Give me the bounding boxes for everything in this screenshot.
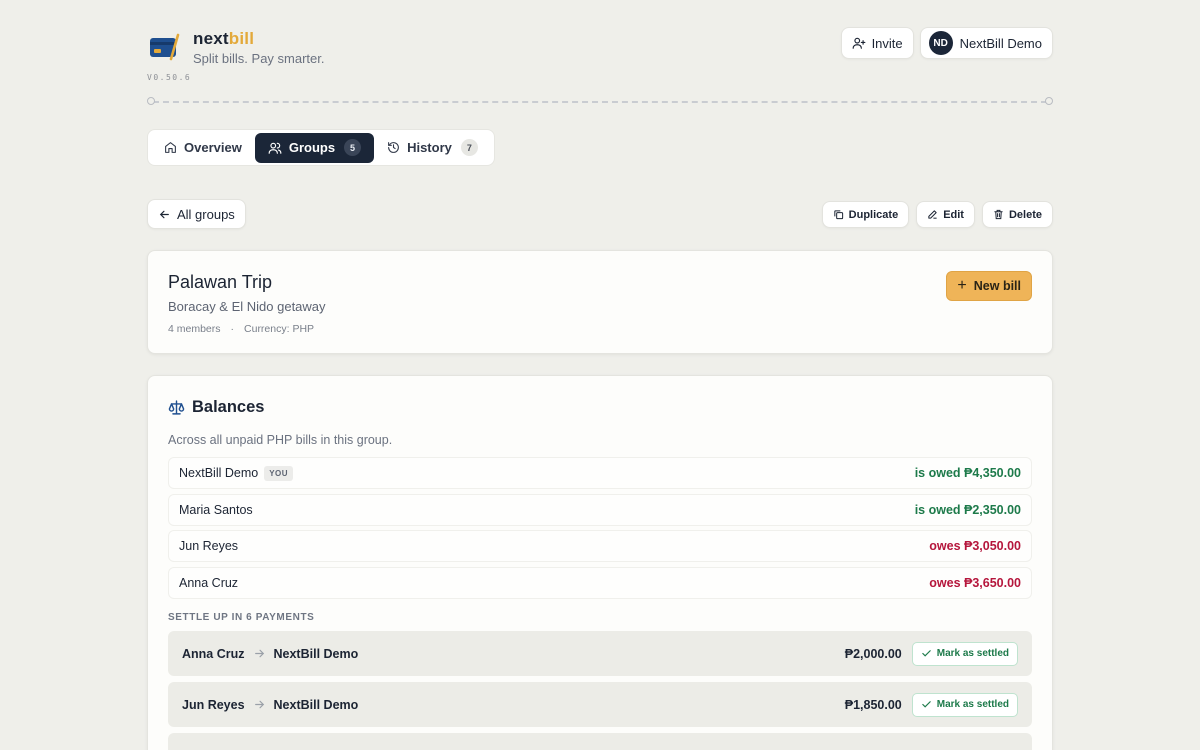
balance-status: owes ₱3,650.00 — [929, 576, 1021, 591]
brand-name: nextbill — [193, 29, 255, 48]
check-icon — [921, 650, 931, 657]
payment-amount: ₱1,850.00 — [844, 697, 902, 712]
payment-from: Jun Reyes — [182, 697, 245, 712]
mark-settled-button[interactable]: Mark as settled — [911, 692, 1018, 717]
new-bill-label: New bill — [973, 279, 1021, 293]
payment-to: NextBill Demo — [273, 646, 359, 661]
tab-overview[interactable]: Overview — [151, 133, 255, 163]
member-count: 4 members — [168, 323, 221, 335]
header-actions: Invite ND NextBill Demo — [840, 27, 1053, 59]
trash-icon — [994, 209, 1003, 220]
mark-settled-label: Mark as settled — [936, 648, 1009, 660]
new-bill-button[interactable]: + New bill — [946, 271, 1032, 301]
all-groups-button[interactable]: All groups — [147, 199, 246, 229]
invite-button[interactable]: Invite — [840, 27, 914, 59]
balances-card: Balances Across all unpaid PHP bills in … — [147, 375, 1053, 750]
tagline: Split bills. Pay smarter. — [193, 51, 325, 66]
group-title: Palawan Trip — [168, 272, 273, 292]
pencil-icon — [928, 210, 937, 219]
all-groups-label: All groups — [177, 206, 235, 222]
edit-button[interactable]: Edit — [916, 201, 975, 228]
version-label: V0.50.6 — [147, 73, 192, 82]
progress-end-dot — [1045, 97, 1053, 105]
meta-separator: · — [230, 323, 235, 335]
payment-amount: ₱2,000.00 — [844, 646, 902, 661]
user-menu-button[interactable]: ND NextBill Demo — [919, 27, 1053, 59]
tab-history-label: History — [407, 140, 452, 155]
check-icon — [921, 701, 931, 708]
member-name: Anna Cruz — [179, 576, 239, 591]
history-count-badge: 7 — [460, 139, 478, 156]
home-icon — [165, 142, 176, 153]
card-logo-icon — [150, 33, 180, 61]
balance-row: Jun Reyes owes ₱3,050.00 — [168, 530, 1032, 563]
currency-label: Currency: PHP — [244, 323, 315, 335]
you-badge: YOU — [264, 465, 294, 481]
main-tabs: Overview Groups 5 History 7 — [147, 129, 495, 166]
balance-status: is owed ₱2,350.00 — [914, 502, 1021, 517]
balance-row: NextBill Demo YOU is owed ₱4,350.00 — [168, 457, 1032, 489]
payment-row-partial — [168, 733, 1032, 750]
balances-description: Across all unpaid PHP bills in this grou… — [168, 433, 393, 447]
balances-title: Balances — [192, 398, 265, 416]
scale-icon — [168, 400, 185, 415]
brand: nextbill Split bills. Pay smarter. — [147, 30, 325, 66]
arrow-right-icon — [254, 700, 264, 709]
settle-heading: SETTLE UP IN 6 PAYMENTS — [168, 612, 315, 624]
delete-label: Delete — [1008, 208, 1042, 221]
delete-button[interactable]: Delete — [981, 201, 1053, 228]
group-card: Palawan Trip Boracay & El Nido getaway 4… — [147, 250, 1053, 354]
invite-label: Invite — [871, 35, 903, 51]
arrow-right-icon — [254, 649, 264, 658]
member-name: Maria Santos — [179, 502, 253, 517]
arrow-left-icon — [159, 210, 169, 218]
balances-header: Balances — [168, 398, 1032, 417]
duplicate-label: Duplicate — [848, 208, 899, 221]
balance-row: Anna Cruz owes ₱3,650.00 — [168, 567, 1032, 600]
tab-history[interactable]: History 7 — [374, 133, 491, 163]
user-name: NextBill Demo — [959, 35, 1042, 51]
user-plus-icon — [852, 37, 865, 49]
payment-to: NextBill Demo — [273, 697, 359, 712]
avatar: ND — [928, 31, 953, 55]
users-icon — [268, 142, 282, 154]
member-name: NextBill Demo — [179, 466, 259, 480]
history-icon — [388, 142, 399, 153]
mark-settled-label: Mark as settled — [936, 699, 1009, 711]
group-subtitle: Boracay & El Nido getaway — [168, 299, 326, 314]
group-meta: 4 members · Currency: PHP — [168, 323, 1032, 335]
balance-row: Maria Santos is owed ₱2,350.00 — [168, 493, 1032, 526]
payment-row: Jun Reyes NextBill Demo ₱1,850.00 Mark a… — [168, 682, 1032, 728]
payment-from: Anna Cruz — [182, 646, 245, 661]
duplicate-button[interactable]: Duplicate — [821, 201, 910, 228]
balance-status: owes ₱3,050.00 — [929, 539, 1021, 554]
plus-icon: + — [957, 277, 967, 294]
group-actions: Duplicate Edit Delete — [821, 201, 1053, 228]
progress-track — [147, 97, 1053, 105]
balance-status: is owed ₱4,350.00 — [914, 466, 1021, 480]
balances-list: NextBill Demo YOU is owed ₱4,350.00 Mari… — [168, 457, 1032, 600]
payment-row: Anna Cruz NextBill Demo ₱2,000.00 Mark a… — [168, 631, 1032, 677]
tab-overview-label: Overview — [184, 140, 242, 155]
member-name: Jun Reyes — [179, 539, 239, 554]
progress-start-dot — [147, 97, 155, 105]
copy-icon — [834, 210, 843, 220]
groups-count-badge: 5 — [344, 139, 362, 156]
edit-label: Edit — [943, 208, 964, 221]
mark-settled-button[interactable]: Mark as settled — [911, 641, 1018, 666]
tab-groups-label: Groups — [288, 140, 336, 155]
tab-groups[interactable]: Groups 5 — [254, 132, 375, 163]
